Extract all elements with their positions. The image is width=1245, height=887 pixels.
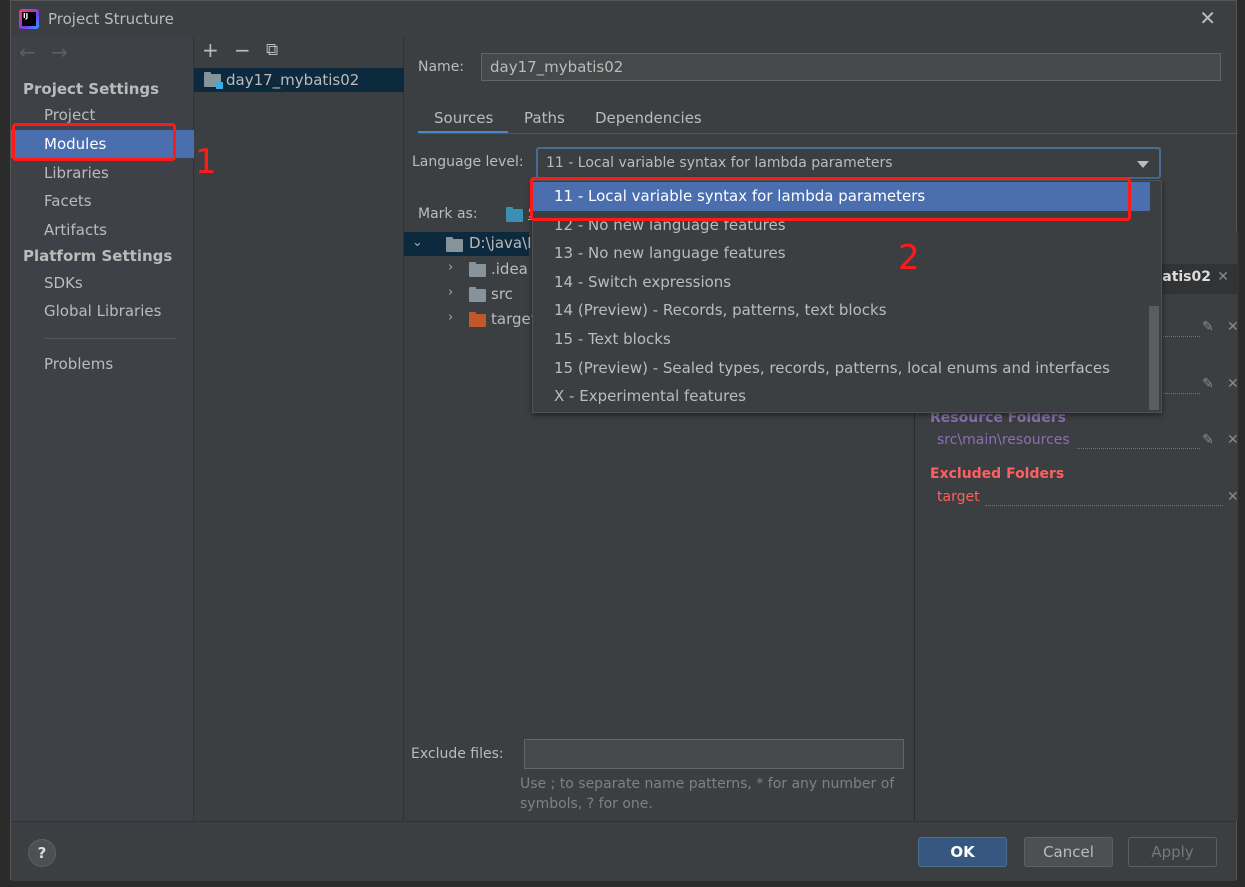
module-folder-icon <box>204 72 223 89</box>
close-icon[interactable]: ✕ <box>1217 269 1229 285</box>
apply-button[interactable]: Apply <box>1128 837 1217 867</box>
dropdown-option[interactable]: X - Experimental features <box>533 382 1150 411</box>
chevron-right-icon[interactable]: › <box>448 310 453 325</box>
exclude-hint-line1: Use ; to separate name patterns, * for a… <box>520 776 895 792</box>
dropdown-option[interactable]: 15 - Text blocks <box>533 325 1150 354</box>
forward-arrow-icon[interactable]: → <box>51 40 68 64</box>
module-item[interactable]: day17_mybatis02 <box>194 68 404 92</box>
project-structure-dialog: IJ Project Structure ✕ ← → Project Setti… <box>10 0 1239 881</box>
remove-icon[interactable]: − <box>234 38 251 62</box>
language-level-label: Language level: <box>412 154 524 170</box>
window-title: Project Structure <box>48 10 174 28</box>
module-settings-panel: Name: day17_mybatis02 Sources Paths Depe… <box>404 36 1239 821</box>
name-label: Name: <box>418 59 465 75</box>
folder-icon <box>469 262 486 277</box>
tab-dependencies[interactable]: Dependencies <box>595 109 702 127</box>
dialog-footer: ? OK Cancel Apply <box>11 821 1236 881</box>
tab-paths[interactable]: Paths <box>524 109 565 127</box>
close-icon[interactable]: ✕ <box>1227 489 1239 505</box>
exclude-files-input[interactable] <box>524 739 904 769</box>
dropdown-option[interactable]: 13 - No new language features <box>533 239 1150 268</box>
resource-folder-path: src\main\resources <box>937 432 1070 448</box>
close-icon[interactable]: ✕ <box>1227 376 1239 392</box>
close-icon[interactable]: ✕ <box>1227 319 1239 335</box>
sidebar-item-problems[interactable]: Problems <box>11 350 194 378</box>
chevron-right-icon[interactable]: › <box>448 285 453 300</box>
add-icon[interactable]: + <box>202 38 219 62</box>
annotation-number-1: 1 <box>195 142 217 182</box>
edit-icon[interactable]: ✎ <box>1202 319 1214 335</box>
chevron-down-icon <box>1137 161 1149 168</box>
excluded-folder-path: target <box>937 489 980 505</box>
exclude-hint-line2: symbols, ? for one. <box>520 796 653 812</box>
folder-icon <box>469 287 486 302</box>
help-button[interactable]: ? <box>28 839 56 867</box>
ok-button[interactable]: OK <box>918 837 1007 867</box>
tab-divider <box>418 133 1238 134</box>
dotted-leader <box>985 505 1223 506</box>
dropdown-scrollbar[interactable] <box>1149 306 1159 410</box>
name-input[interactable]: day17_mybatis02 <box>481 53 1221 81</box>
sidebar-item-libraries[interactable]: Libraries <box>11 159 194 187</box>
dropdown-option[interactable]: 14 - Switch expressions <box>533 268 1150 297</box>
exclude-files-label: Exclude files: <box>411 746 504 762</box>
annotation-number-2: 2 <box>898 238 920 278</box>
section-platform-settings: Platform Settings <box>23 247 173 265</box>
excluded-folders-label: Excluded Folders <box>930 466 1065 482</box>
close-icon[interactable]: ✕ <box>1199 6 1216 30</box>
dropdown-option[interactable]: 15 (Preview) - Sealed types, records, pa… <box>533 354 1150 383</box>
divider <box>44 338 176 339</box>
tree-item-src[interactable]: src <box>491 285 513 303</box>
edit-icon[interactable]: ✎ <box>1202 432 1214 448</box>
language-level-value: 11 - Local variable syntax for lambda pa… <box>546 155 893 171</box>
annotation-box-1 <box>12 123 176 161</box>
tab-sources[interactable]: Sources <box>434 109 493 127</box>
module-list: + − ⧉ day17_mybatis02 <box>194 36 404 821</box>
chevron-right-icon[interactable]: › <box>448 260 453 275</box>
module-name: day17_mybatis02 <box>226 71 360 89</box>
cancel-button[interactable]: Cancel <box>1024 837 1113 867</box>
sidebar-item-artifacts[interactable]: Artifacts <box>11 216 194 244</box>
close-icon[interactable]: ✕ <box>1227 432 1239 448</box>
edit-icon[interactable]: ✎ <box>1202 376 1214 392</box>
copy-icon[interactable]: ⧉ <box>266 40 278 60</box>
language-level-combo[interactable]: 11 - Local variable syntax for lambda pa… <box>536 147 1161 179</box>
sidebar-item-facets[interactable]: Facets <box>11 187 194 215</box>
back-arrow-icon[interactable]: ← <box>19 40 36 64</box>
chevron-down-icon[interactable]: ⌄ <box>412 235 423 250</box>
title-bar: IJ Project Structure ✕ <box>11 1 1236 36</box>
section-project-settings: Project Settings <box>23 80 160 98</box>
dotted-leader <box>1077 448 1200 449</box>
mark-as-label: Mark as: <box>418 206 478 222</box>
sources-folder-icon <box>506 207 523 222</box>
intellij-logo-icon: IJ <box>19 9 39 29</box>
sidebar-item-global-libraries[interactable]: Global Libraries <box>11 297 194 325</box>
folder-icon <box>446 237 463 252</box>
sidebar-item-sdks[interactable]: SDKs <box>11 269 194 297</box>
dropdown-option[interactable]: 14 (Preview) - Records, patterns, text b… <box>533 296 1150 325</box>
tree-item-target[interactable]: target <box>491 310 537 328</box>
tree-item-idea[interactable]: .idea <box>491 260 528 278</box>
annotation-box-2 <box>530 177 1131 221</box>
excluded-folder-icon <box>469 312 486 327</box>
